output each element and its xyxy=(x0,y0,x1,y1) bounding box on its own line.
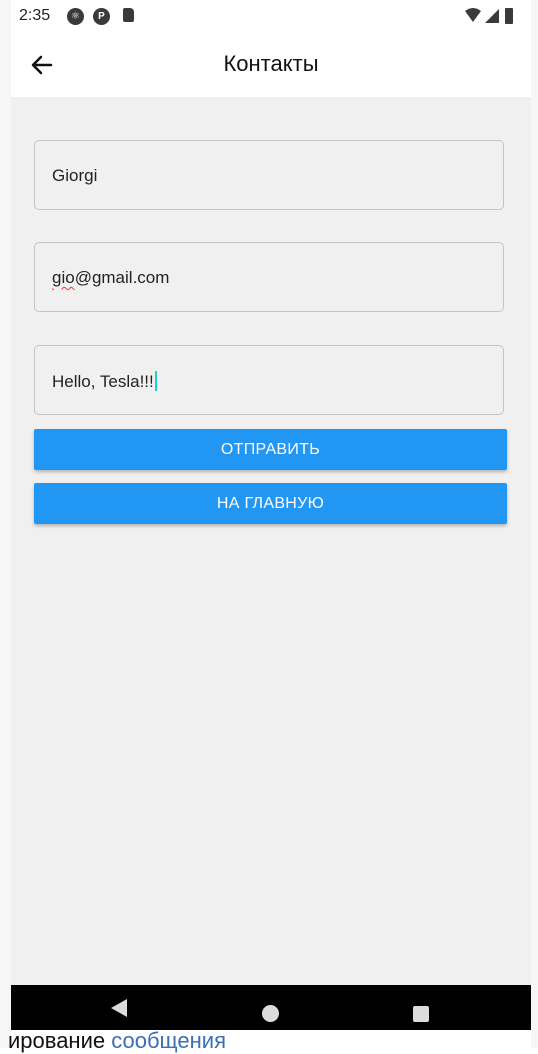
pinterest-style-icon: P xyxy=(93,8,110,25)
status-time: 2:35 xyxy=(19,7,51,24)
app-bar: Контакты xyxy=(11,32,531,97)
sd-card-icon xyxy=(123,8,134,22)
window-frame-right xyxy=(531,0,538,1048)
background-text-link: сообщения xyxy=(111,1028,226,1053)
home-button[interactable]: НА ГЛАВНУЮ xyxy=(34,483,507,524)
nav-home-icon[interactable] xyxy=(262,1005,279,1022)
email-input[interactable]: gio@gmail.com xyxy=(34,242,504,312)
wifi-icon xyxy=(465,8,481,22)
nav-recents-icon[interactable] xyxy=(413,1006,429,1022)
page-title: Контакты xyxy=(223,51,319,76)
react-native-icon: ⚛ xyxy=(67,8,84,25)
nav-back-icon[interactable] xyxy=(110,998,128,1018)
battery-icon xyxy=(505,8,513,24)
text-cursor xyxy=(154,371,157,391)
name-input[interactable]: Giorgi xyxy=(34,140,504,210)
status-right-icons xyxy=(463,7,523,25)
status-bar: 2:35 ⚛ P xyxy=(11,0,531,32)
name-input-value: Giorgi xyxy=(52,166,98,185)
window-frame-left xyxy=(0,0,11,1048)
signal-icon xyxy=(485,9,499,23)
send-button[interactable]: ОТПРАВИТЬ xyxy=(34,429,507,470)
navigation-bar xyxy=(11,985,531,1030)
message-input-value: Hello, Tesla!!! xyxy=(52,371,157,392)
email-rest: @gmail.com xyxy=(74,268,170,287)
misspelled-word: gio xyxy=(52,268,75,287)
phone-screen: 2:35 ⚛ P Контакты Giorgi gio@gmail.com H… xyxy=(11,0,531,1030)
email-input-value: gio@gmail.com xyxy=(52,268,169,288)
message-text: Hello, Tesla!!! xyxy=(52,372,154,391)
background-text-dark: ирование xyxy=(8,1028,112,1053)
message-input[interactable]: Hello, Tesla!!! xyxy=(34,345,504,415)
background-page-text: ирование сообщения xyxy=(8,1028,226,1054)
